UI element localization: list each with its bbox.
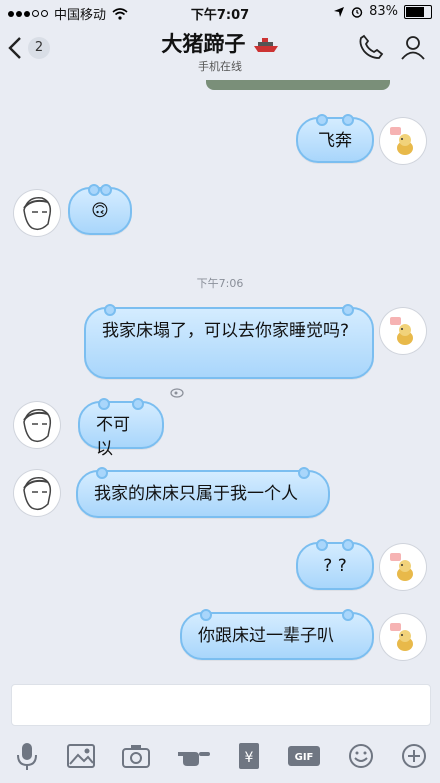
alarm-icon: [351, 6, 363, 18]
phone-call-icon[interactable]: [358, 34, 384, 60]
battery-percent: 83%: [369, 4, 398, 19]
plus-icon[interactable]: [401, 743, 427, 769]
microphone-icon[interactable]: [14, 741, 40, 771]
contact-avatar[interactable]: [14, 402, 60, 448]
contact-avatar[interactable]: [14, 470, 60, 516]
svg-text:GIF: GIF: [294, 752, 313, 763]
message-text: 我家床塌了，可以去你家睡觉吗?: [102, 321, 350, 341]
camera-icon[interactable]: [121, 744, 150, 768]
contact-name: 大猪蹄子: [161, 32, 246, 56]
gif-icon[interactable]: GIF: [287, 745, 321, 767]
message-text: ? ?: [323, 556, 347, 576]
poke-icon[interactable]: [177, 744, 211, 768]
input-toolbar: ¥ GIF: [0, 736, 440, 776]
message-timestamp: 下午7:06: [196, 277, 244, 290]
image-icon[interactable]: [66, 744, 95, 768]
my-avatar[interactable]: [380, 614, 426, 660]
contact-avatar[interactable]: [14, 190, 60, 236]
weibo-icon: [170, 388, 184, 398]
online-status: 手机在线: [198, 60, 242, 73]
my-avatar[interactable]: [380, 118, 426, 164]
location-icon: [334, 6, 345, 17]
message-bubble[interactable]: 我家的床床只属于我一个人: [76, 467, 330, 518]
ship-icon: [253, 38, 278, 52]
message-bubble[interactable]: 不可以: [78, 398, 164, 459]
svg-text:¥: ¥: [244, 750, 253, 766]
message-text: 不可以: [96, 415, 130, 459]
battery-icon: [404, 4, 432, 19]
chat-header: 2 大猪蹄子 手机在线: [0, 24, 440, 80]
emoji-upside-down-icon: 🙃: [91, 201, 109, 221]
emoji-icon[interactable]: [348, 743, 374, 769]
profile-icon[interactable]: [400, 34, 426, 60]
message-bubble[interactable]: ? ?: [296, 539, 374, 590]
my-avatar[interactable]: [380, 544, 426, 590]
message-input[interactable]: [11, 684, 431, 726]
red-packet-icon[interactable]: ¥: [238, 742, 260, 770]
message-text: 飞奔: [318, 131, 352, 151]
message-bubble[interactable]: 我家床塌了，可以去你家睡觉吗?: [84, 304, 374, 379]
message-bubble[interactable]: 你跟床过一辈子叭: [180, 609, 374, 660]
message-text: 我家的床床只属于我一个人: [94, 484, 298, 504]
message-bubble[interactable]: 🙃: [68, 184, 132, 235]
message-text: 你跟床过一辈子叭: [198, 626, 334, 646]
status-bar: 中国移动 下午7:07 83%: [0, 0, 440, 24]
watermark: [170, 386, 186, 398]
image-message-partial[interactable]: [206, 80, 390, 90]
message-bubble[interactable]: 飞奔: [296, 114, 374, 163]
my-avatar[interactable]: [380, 308, 426, 354]
